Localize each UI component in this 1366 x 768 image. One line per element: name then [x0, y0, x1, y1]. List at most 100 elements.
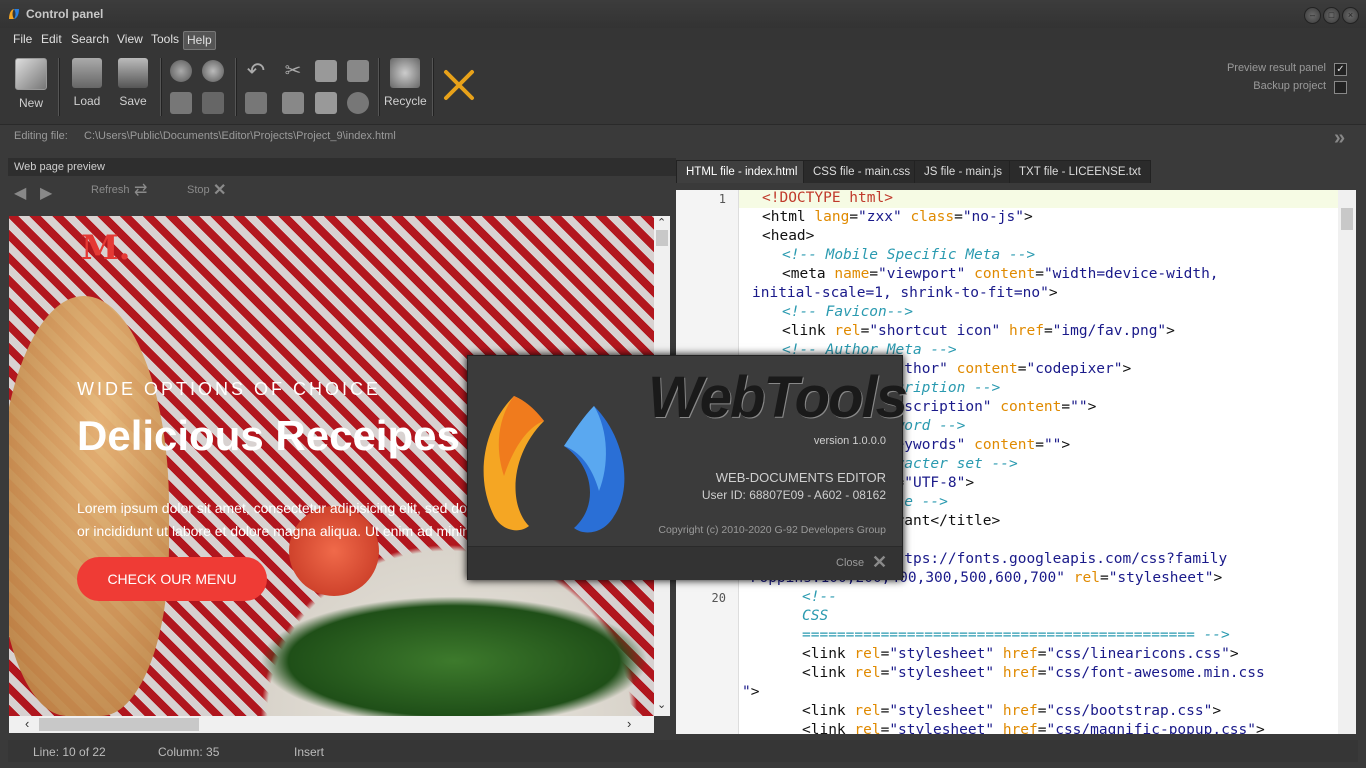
floppy-disk-icon — [118, 58, 148, 88]
ie-browser-icon[interactable] — [170, 60, 192, 82]
dialog-close-button[interactable]: Close — [836, 557, 864, 569]
scroll-up-icon[interactable]: ⌃ — [657, 216, 666, 229]
scrollbar-thumb[interactable] — [1341, 208, 1353, 230]
code-line: <link rel="stylesheet" href="css/magnifi… — [802, 722, 1265, 734]
product-name: WebTools — [648, 365, 908, 430]
code-line: <!-- — [802, 589, 837, 605]
folder-open-icon — [72, 58, 102, 88]
chrome-browser-icon[interactable] — [202, 60, 224, 82]
toolbar-separator — [58, 58, 60, 116]
tab-html[interactable]: HTML file - index.html — [676, 160, 808, 183]
save-button[interactable]: Save — [114, 58, 152, 108]
folder-icon[interactable] — [282, 92, 304, 114]
double-chevron-right-icon[interactable]: » — [1334, 127, 1345, 150]
forward-arrow-icon[interactable]: ▶ — [40, 183, 52, 203]
toolbar: New Load Save ↶ ✂ Recycle Preview result… — [0, 50, 1366, 125]
editing-file-label: Editing file: — [14, 130, 68, 142]
app-logo-icon — [7, 7, 21, 21]
refresh-button[interactable]: Refresh — [91, 184, 130, 196]
scrollbar-thumb[interactable] — [656, 230, 668, 246]
code-line: <head> — [762, 228, 815, 244]
stop-button[interactable]: Stop — [187, 184, 210, 196]
minimize-button[interactable]: – — [1304, 7, 1321, 24]
close-icon[interactable]: ✕ — [872, 552, 887, 573]
user-id: User ID: 68807E09 - A602 - 08162 — [701, 488, 886, 502]
title-bar: Control panel – □ × — [0, 0, 1366, 28]
tomato-image — [289, 506, 379, 596]
tab-txt[interactable]: TXT file - LICEENSE.txt — [1009, 160, 1151, 183]
save-small-icon[interactable] — [315, 92, 337, 114]
copyright: Copyright (c) 2010-2020 G-92 Developers … — [658, 524, 886, 536]
recycle-button[interactable]: Recycle — [384, 58, 427, 108]
image-tool-icon[interactable] — [170, 92, 192, 114]
back-arrow-icon[interactable]: ◀ — [14, 183, 26, 203]
product-subtitle: WEB-DOCUMENTS EDITOR — [715, 470, 886, 485]
copy-icon[interactable] — [315, 60, 337, 82]
toolbar-separator — [160, 58, 162, 116]
refresh-icon[interactable]: ⇄ — [134, 180, 147, 200]
cut-icon[interactable]: ✂ — [282, 60, 304, 82]
list-icon[interactable] — [245, 92, 267, 114]
preview-result-label: Preview result panel — [1226, 62, 1326, 74]
site-kicker: WIDE OPTIONS OF CHOICE — [77, 379, 382, 399]
stop-icon[interactable]: ✕ — [213, 180, 226, 200]
toolbar-separator — [235, 58, 237, 116]
line-number: 1 — [718, 192, 726, 206]
toolbar-separator — [378, 58, 380, 116]
new-document-icon — [15, 58, 47, 90]
toolbar-separator — [432, 58, 434, 116]
code-line: <!-- Favicon--> — [782, 304, 913, 320]
code-line: <link rel="stylesheet" href="css/bootstr… — [802, 703, 1222, 719]
paste-icon[interactable] — [347, 60, 369, 82]
site-headline: Delicious Receipes — [77, 412, 460, 459]
menu-edit[interactable]: Edit — [38, 31, 65, 48]
menu-file[interactable]: File — [10, 31, 35, 48]
scrollbar-thumb[interactable] — [39, 718, 199, 731]
code-line: <!DOCTYPE html> — [762, 190, 893, 206]
menu-bar: File Edit Search View Tools Help — [0, 28, 1366, 50]
menu-view[interactable]: View — [114, 31, 146, 48]
check-menu-button[interactable]: CHECK OUR MENU — [77, 557, 267, 601]
scroll-left-icon[interactable]: ‹ — [25, 716, 29, 731]
preview-result-checkbox[interactable]: ✓ — [1334, 63, 1347, 76]
path-bar: Editing file: C:\Users\Public\Documents\… — [0, 125, 1366, 153]
code-line: <link rel="shortcut icon" href="img/fav.… — [782, 323, 1175, 339]
menu-tools[interactable]: Tools — [148, 31, 182, 48]
backup-project-label: Backup project — [1253, 80, 1326, 92]
tools-x-icon[interactable] — [442, 68, 476, 105]
site-body-line1: Lorem ipsum dolor sit amet, consectetur … — [77, 500, 467, 516]
tab-js[interactable]: JS file - main.js — [914, 160, 1012, 183]
code-line: <meta name="viewport" content="width=dev… — [782, 266, 1219, 282]
scroll-right-icon[interactable]: › — [627, 716, 631, 731]
status-line: Line: 10 of 22 — [33, 745, 106, 759]
backup-project-checkbox[interactable] — [1334, 81, 1347, 94]
download-icon[interactable] — [202, 92, 224, 114]
code-line: <!-- Mobile Specific Meta --> — [782, 247, 1036, 263]
about-dialog: WebTools version 1.0.0.0 WEB-DOCUMENTS E… — [467, 355, 908, 580]
salad-greens-image — [259, 596, 649, 716]
preview-panel-title: Web page preview — [8, 158, 676, 176]
code-vertical-scrollbar[interactable] — [1338, 190, 1356, 734]
bulb-icon[interactable] — [347, 92, 369, 114]
new-button[interactable]: New — [12, 58, 50, 110]
menu-search[interactable]: Search — [68, 31, 112, 48]
undo-icon[interactable]: ↶ — [245, 60, 267, 82]
site-logo: M. — [81, 228, 131, 268]
code-line: <link rel="stylesheet" href="css/lineari… — [802, 646, 1239, 662]
preview-horizontal-scrollbar[interactable]: ‹ › — [9, 716, 654, 733]
site-body-line2: or incididunt ut labore et dolore magna … — [77, 523, 474, 539]
recycle-icon — [390, 58, 420, 88]
scroll-down-icon[interactable]: ⌄ — [657, 698, 666, 711]
load-button[interactable]: Load — [68, 58, 106, 108]
tab-css[interactable]: CSS file - main.css — [803, 160, 921, 183]
code-line: ========================================… — [802, 627, 1230, 643]
menu-help[interactable]: Help — [183, 31, 216, 50]
code-line: "> — [742, 684, 760, 700]
maximize-button[interactable]: □ — [1323, 7, 1340, 24]
line-number: 20 — [711, 591, 726, 605]
editing-file-path: C:\Users\Public\Documents\Editor\Project… — [84, 130, 396, 142]
close-button[interactable]: × — [1342, 7, 1359, 24]
status-column: Column: 35 — [158, 745, 220, 759]
status-bar: Line: 10 of 22 Column: 35 Insert — [8, 740, 1358, 762]
product-version: version 1.0.0.0 — [813, 435, 886, 447]
